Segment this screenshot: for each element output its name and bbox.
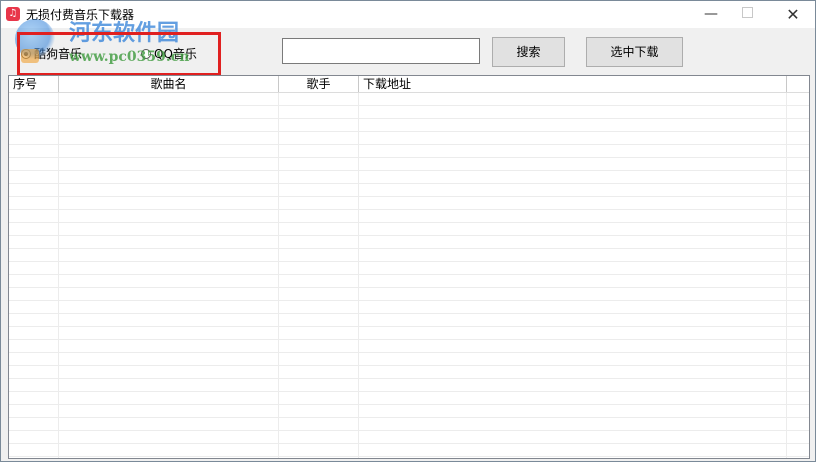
- column-header-filler: [787, 76, 809, 92]
- download-selected-button[interactable]: 选中下载: [586, 37, 683, 67]
- window-title: 无损付费音乐下载器: [26, 8, 135, 22]
- music-app-icon: ♫: [6, 7, 20, 21]
- column-header-url[interactable]: 下载地址: [359, 76, 787, 92]
- column-header-artist[interactable]: 歌手: [279, 76, 359, 92]
- column-divider: [786, 93, 787, 458]
- column-divider: [358, 93, 359, 458]
- search-input[interactable]: [282, 38, 480, 64]
- search-button[interactable]: 搜索: [492, 37, 565, 67]
- column-divider: [58, 93, 59, 458]
- table-header: 序号 歌曲名 歌手 下载地址: [9, 76, 809, 93]
- maximize-button[interactable]: [727, 1, 767, 28]
- highlight-annotation-box: [17, 32, 221, 76]
- results-table[interactable]: 序号 歌曲名 歌手 下载地址: [8, 75, 810, 459]
- column-divider: [278, 93, 279, 458]
- close-button[interactable]: ✕: [773, 1, 813, 28]
- title-bar[interactable]: ♫ 无损付费音乐下载器 — ✕: [1, 1, 815, 28]
- minimize-button[interactable]: —: [691, 1, 731, 28]
- column-header-index[interactable]: 序号: [9, 76, 59, 92]
- maximize-icon: [741, 7, 753, 18]
- app-window: ♫ 无损付费音乐下载器 — ✕ 酷狗音乐 QQ音乐 搜索 选中下载 河东软件园 …: [0, 0, 816, 462]
- column-header-song[interactable]: 歌曲名: [59, 76, 279, 92]
- table-body[interactable]: [9, 93, 809, 458]
